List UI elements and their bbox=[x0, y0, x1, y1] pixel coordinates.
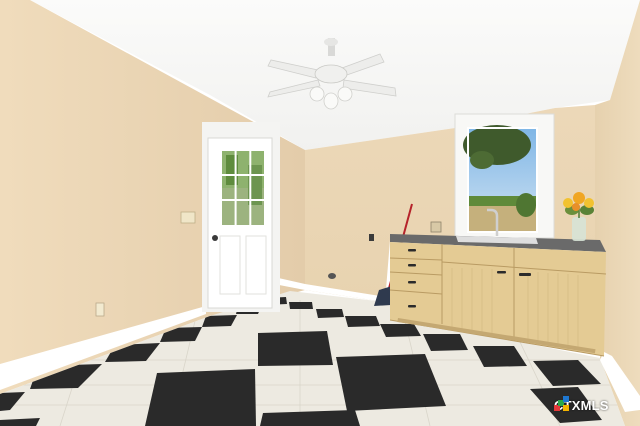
wall-outlet bbox=[369, 234, 374, 241]
wall-box bbox=[430, 221, 442, 233]
laundry-room-photo: CTXMLS bbox=[0, 0, 640, 426]
light-switch-plate bbox=[180, 211, 196, 224]
window-view bbox=[463, 125, 537, 232]
room-illustration bbox=[0, 0, 640, 426]
door-window bbox=[220, 149, 266, 227]
ctxmls-logo-icon bbox=[554, 396, 569, 411]
door-knob bbox=[212, 235, 218, 241]
wall-outlet bbox=[95, 302, 105, 317]
floor-drain bbox=[328, 273, 336, 279]
watermark: CTXMLS bbox=[554, 396, 609, 414]
